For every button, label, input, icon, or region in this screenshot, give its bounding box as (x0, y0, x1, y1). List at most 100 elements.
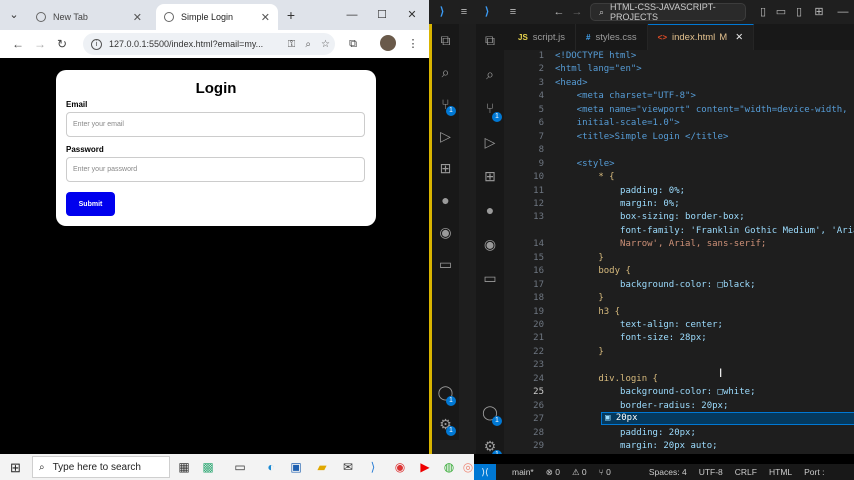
password-key-icon[interactable]: ⚿ (288, 39, 296, 50)
line-number: 27 (533, 414, 544, 425)
accounts-badge: 1 (446, 396, 456, 406)
tab-new-tab[interactable]: New Tab ✕ (28, 4, 150, 30)
site-info-icon[interactable]: i (91, 38, 102, 50)
bookmark-star-icon[interactable]: ☆ (321, 39, 330, 50)
line-number: 20 (533, 320, 544, 330)
search-icon: ⌕ (39, 461, 45, 473)
extensions-icon[interactable]: ⊞ (432, 160, 459, 177)
mail-icon[interactable]: ✉ (339, 458, 357, 476)
tab-styles-css[interactable]: # styles.css (576, 24, 648, 50)
line-number: 6 (538, 118, 544, 129)
store-icon[interactable]: ▣ (287, 458, 305, 476)
remote-indicator-icon[interactable]: ⟩⟨ (474, 464, 496, 480)
code-line: <!DOCTYPE html> (555, 51, 637, 61)
line-number: 7 (538, 131, 544, 142)
maximize-button[interactable]: ☐ (374, 7, 390, 23)
forward-arrow-icon[interactable]: → (29, 37, 51, 51)
line-number: 25 (533, 387, 544, 398)
code-line: margin: 20px auto; (555, 441, 718, 452)
activity-bar-secondary: ⧉ ⌕ ⑂ 1 ▷ ⊞ ● ◉ ▭ ◯ 1 ⚙ 1 (476, 24, 504, 454)
explorer-icon[interactable]: ⧉ (432, 32, 459, 49)
edge-icon[interactable]: ◐ (262, 458, 280, 476)
windows-start-icon[interactable]: ⊞ (10, 460, 21, 476)
app-icon[interactable]: ◎ (459, 458, 477, 476)
email-input[interactable]: Enter your email (66, 112, 365, 137)
ports-count[interactable]: ⑂ 0 (599, 467, 611, 477)
tab-label: Simple Login (181, 12, 234, 22)
whatsapp-icon[interactable]: ◍ (440, 458, 458, 476)
code-editor[interactable]: <!DOCTYPE html> <html lang="en"> <head> <m… (555, 50, 854, 454)
submit-button[interactable]: Submit (66, 192, 115, 216)
line-number: 8 (538, 145, 544, 156)
minimize-button[interactable]: — (344, 7, 360, 23)
toggle-secondary-sidebar-icon[interactable]: ▯ (791, 4, 807, 20)
explorer-icon[interactable]: ⧉ (476, 32, 504, 49)
text-cursor-icon: I (719, 366, 723, 380)
line-number: 1 (538, 51, 544, 61)
back-arrow-icon[interactable]: ← (7, 37, 29, 51)
menu-hamburger-icon[interactable]: ≡ (505, 4, 521, 20)
line-number-gutter: 1 2 3 4 5 6 7 8 9 10 11 12 13 14 15 16 17 18 19 20 21 22 23 24 2… (504, 50, 554, 454)
tab-search-icon[interactable]: ⌄ (6, 7, 22, 23)
line-number: 3 (538, 77, 544, 88)
language-mode[interactable]: HTML (769, 467, 792, 477)
code-line: font-size: 28px; (555, 333, 707, 344)
autocomplete-suggestion[interactable]: ▣ 20px (601, 412, 854, 425)
search-icon[interactable]: ⌕ (432, 64, 459, 81)
tab-index-html[interactable]: <> index.html M ✕ (647, 24, 755, 50)
run-debug-icon[interactable]: ▷ (432, 128, 459, 145)
minimize-button[interactable]: — (835, 4, 851, 20)
tab-simple-login[interactable]: Simple Login ✕ (156, 4, 278, 30)
extensions-icon[interactable]: ⧉ (344, 35, 362, 53)
run-debug-icon[interactable]: ▷ (476, 134, 504, 151)
vscode-titlebar: ⟩ ≡ ⟩ ≡ ← → ⌕ HTML-CSS-JAVASCRIPT-PROJEC… (429, 0, 854, 24)
close-tab-icon[interactable]: ✕ (261, 11, 270, 24)
remote-explorer-icon[interactable]: ▭ (476, 270, 504, 287)
encoding[interactable]: UTF-8 (699, 467, 723, 477)
command-center[interactable]: ⌕ HTML-CSS-JAVASCRIPT-PROJECTS (590, 2, 746, 22)
chrome-taskbar-icon[interactable]: ◉ (391, 458, 409, 476)
youtube-icon[interactable]: ▶ (416, 458, 434, 476)
address-bar[interactable]: i 127.0.0.1:5500/index.html?email=my... … (83, 33, 335, 55)
weather-widget-icon[interactable]: ▩ (199, 458, 217, 476)
problems-errors[interactable]: ⊗ 0 (546, 467, 560, 478)
code-line: padding: 0%; (555, 185, 686, 196)
git-branch[interactable]: main* (512, 467, 534, 477)
extensions-icon[interactable]: ⊞ (476, 168, 504, 185)
vscode-taskbar-icon[interactable]: ⟩ (364, 458, 382, 476)
customize-layout-icon[interactable]: ⊞ (811, 4, 827, 20)
problems-warnings[interactable]: ⚠ 0 (572, 467, 587, 478)
chrome-menu-icon[interactable]: ⋮ (404, 35, 422, 53)
github-icon[interactable]: ● (432, 192, 459, 208)
indentation[interactable]: Spaces: 4 (649, 467, 687, 477)
live-server-port[interactable]: Port : (804, 467, 824, 477)
menu-hamburger-icon[interactable]: ≡ (456, 4, 472, 20)
close-window-button[interactable]: ✕ (404, 7, 420, 23)
toggle-primary-sidebar-icon[interactable]: ▯ (755, 4, 771, 20)
reload-icon[interactable]: ↻ (51, 37, 73, 51)
toggle-panel-icon[interactable]: ▭ (773, 4, 789, 20)
line-ending[interactable]: CRLF (735, 467, 757, 477)
close-tab-icon[interactable]: ✕ (735, 32, 743, 43)
task-view-icon[interactable]: ▭ (231, 458, 249, 476)
file-explorer-icon[interactable]: ▰ (313, 458, 331, 476)
forward-arrow-icon[interactable]: → (569, 4, 585, 20)
zoom-icon[interactable]: ⌕ (305, 39, 311, 50)
github-icon[interactable]: ● (476, 202, 504, 218)
password-input[interactable]: Enter your password (66, 157, 365, 182)
copilot-icon[interactable]: ◉ (476, 236, 504, 253)
activity-bar: ⧉ ⌕ ⑂ 1 ▷ ⊞ ● ◉ ▭ ◯ 1 ⚙ 1 (432, 24, 459, 440)
remote-explorer-icon[interactable]: ▭ (432, 256, 459, 273)
tab-strip: ⌄ New Tab ✕ Simple Login ✕ + — ☐ ✕ (0, 0, 429, 30)
copilot-icon[interactable]: ◉ (432, 224, 459, 241)
profile-avatar[interactable] (380, 35, 398, 53)
new-tab-button[interactable]: + (283, 7, 299, 23)
back-arrow-icon[interactable]: ← (551, 4, 567, 20)
source-control-badge: 1 (492, 112, 502, 122)
close-tab-icon[interactable]: ✕ (133, 11, 142, 24)
search-icon[interactable]: ⌕ (476, 66, 504, 83)
code-line: <head> (555, 77, 588, 88)
tab-script-js[interactable]: JS script.js (504, 24, 576, 50)
taskbar-search[interactable]: ⌕ Type here to search (32, 456, 170, 478)
widgets-icon[interactable]: ▦ (175, 458, 193, 476)
